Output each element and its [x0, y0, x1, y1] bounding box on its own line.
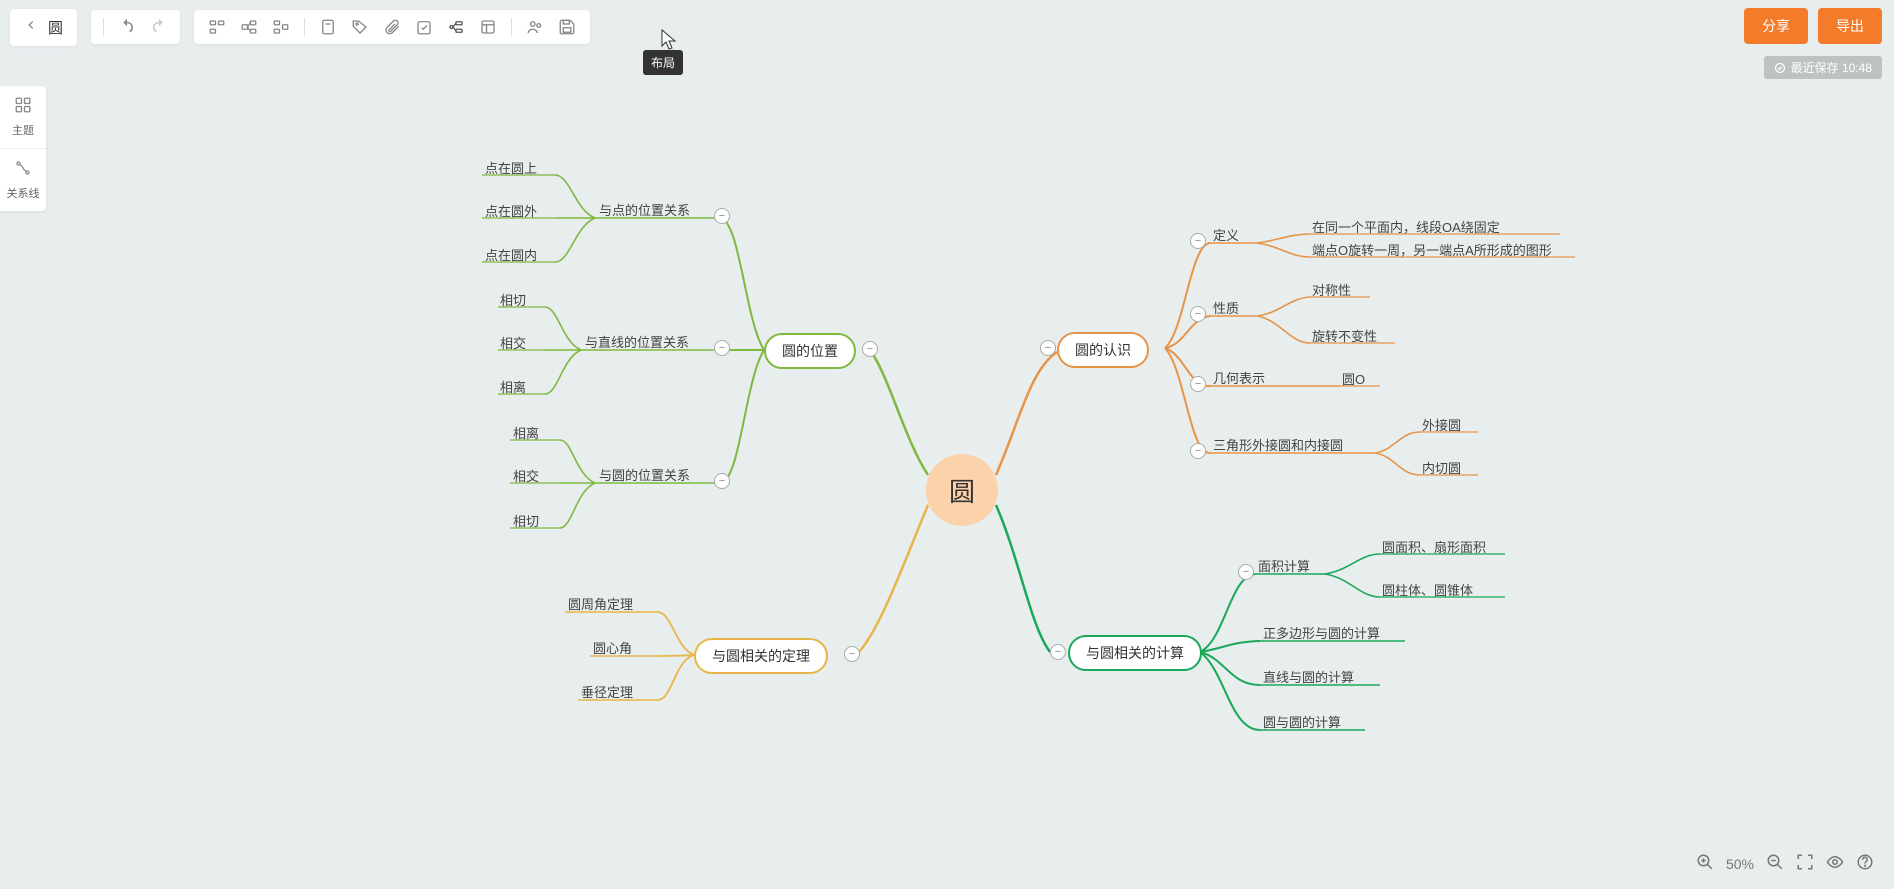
leaf-node[interactable]: 外接圆	[1422, 415, 1461, 434]
branch-label: 圆的认识	[1075, 340, 1131, 360]
leaf-node[interactable]: 相切	[513, 511, 539, 530]
save-status-text: 最近保存 10:48	[1791, 59, 1872, 76]
title-box: 圆	[10, 9, 77, 46]
note-icon[interactable]	[319, 18, 337, 36]
document-title[interactable]: 圆	[48, 17, 63, 38]
add-sibling-icon[interactable]	[208, 18, 226, 36]
leaf-node[interactable]: 点在圆上	[485, 158, 537, 177]
theme-icon	[4, 96, 42, 119]
relation-icon	[4, 159, 42, 182]
collapse-toggle[interactable]: −	[1238, 564, 1254, 580]
leaf-node[interactable]: 端点O旋转一周，另一端点A所形成的图形	[1312, 240, 1552, 259]
undo-icon[interactable]	[118, 18, 136, 36]
share-button[interactable]: 分享	[1744, 8, 1808, 44]
leaf-node[interactable]: 圆柱体、圆锥体	[1382, 580, 1473, 599]
leaf-node[interactable]: 相交	[513, 466, 539, 485]
branch-node[interactable]: 与圆相关的计算	[1068, 635, 1202, 671]
leaf-node[interactable]: 点在圆内	[485, 245, 537, 264]
layout-icon[interactable]	[447, 18, 465, 36]
sidebar-theme-label: 主题	[12, 125, 34, 137]
collapse-toggle[interactable]: −	[714, 208, 730, 224]
sidebar-relation-label: 关系线	[7, 188, 40, 200]
collapse-toggle[interactable]: −	[714, 340, 730, 356]
leaf-node[interactable]: 在同一个平面内，线段OA绕固定	[1312, 217, 1500, 236]
help-icon[interactable]	[1856, 853, 1874, 874]
branch-node[interactable]: 圆的认识	[1057, 332, 1149, 368]
leaf-node[interactable]: 相离	[500, 377, 526, 396]
leaf-node[interactable]: 旋转不变性	[1312, 326, 1377, 345]
fit-screen-icon[interactable]	[1796, 853, 1814, 874]
branch-node[interactable]: 圆的位置	[764, 333, 856, 369]
tag-icon[interactable]	[351, 18, 369, 36]
leaf-node[interactable]: 相离	[513, 423, 539, 442]
subtopic-label[interactable]: 面积计算	[1258, 556, 1310, 575]
header-actions: 分享 导出	[1744, 8, 1882, 44]
collaborate-icon[interactable]	[526, 18, 544, 36]
branch-node[interactable]: 与圆相关的定理	[694, 638, 828, 674]
subtopic-label[interactable]: 正多边形与圆的计算	[1263, 623, 1380, 642]
zoom-in-icon[interactable]	[1696, 853, 1714, 874]
collapse-toggle[interactable]: −	[1040, 340, 1056, 356]
subtopic-label[interactable]: 定义	[1213, 225, 1239, 244]
divider	[511, 18, 512, 36]
preview-icon[interactable]	[1826, 853, 1844, 874]
subtopic-label[interactable]: 圆心角	[593, 638, 632, 657]
divider	[103, 18, 104, 36]
zoom-out-icon[interactable]	[1766, 853, 1784, 874]
collapse-toggle[interactable]: −	[1190, 233, 1206, 249]
frame-icon[interactable]	[479, 18, 497, 36]
collapse-toggle[interactable]: −	[1190, 443, 1206, 459]
leaf-node[interactable]: 圆O	[1342, 369, 1365, 388]
collapse-toggle[interactable]: −	[714, 473, 730, 489]
collapse-toggle[interactable]: −	[1050, 644, 1066, 660]
mindmap-canvas	[0, 0, 1894, 889]
undo-redo-group	[91, 10, 180, 44]
leaf-node[interactable]: 圆面积、扇形面积	[1382, 537, 1486, 556]
export-button[interactable]: 导出	[1818, 8, 1882, 44]
branch-label: 与圆相关的计算	[1086, 643, 1184, 663]
collapse-toggle[interactable]: −	[862, 341, 878, 357]
add-parent-icon[interactable]	[272, 18, 290, 36]
subtopic-label[interactable]: 圆周角定理	[568, 594, 633, 613]
collapse-toggle[interactable]: −	[1190, 306, 1206, 322]
branch-label: 圆的位置	[782, 341, 838, 361]
collapse-toggle[interactable]: −	[1190, 376, 1206, 392]
leaf-node[interactable]: 内切圆	[1422, 458, 1461, 477]
collapse-toggle[interactable]: −	[844, 646, 860, 662]
subtopic-label[interactable]: 性质	[1213, 298, 1239, 317]
sidebar-item-relation[interactable]: 关系线	[0, 149, 46, 211]
attachment-icon[interactable]	[383, 18, 401, 36]
subtopic-label[interactable]: 圆与圆的计算	[1263, 712, 1341, 731]
left-sidebar: 主题 关系线	[0, 86, 46, 211]
subtopic-label[interactable]: 与点的位置关系	[599, 200, 690, 219]
subtopic-label[interactable]: 几何表示	[1213, 368, 1265, 387]
leaf-node[interactable]: 相切	[500, 290, 526, 309]
save-status: 最近保存 10:48	[1764, 56, 1882, 79]
root-label: 圆	[949, 472, 975, 509]
layout-tooltip: 布局	[643, 50, 683, 75]
sidebar-item-theme[interactable]: 主题	[0, 86, 46, 149]
main-toolbar	[194, 10, 590, 44]
save-icon[interactable]	[558, 18, 576, 36]
subtopic-label[interactable]: 三角形外接圆和内接圆	[1213, 435, 1343, 454]
topbar: 圆	[0, 0, 1894, 54]
back-icon[interactable]	[24, 18, 38, 37]
divider	[304, 18, 305, 36]
subtopic-label[interactable]: 与直线的位置关系	[585, 332, 689, 351]
zoom-controls: 50%	[1696, 853, 1874, 874]
subtopic-label[interactable]: 直线与圆的计算	[1263, 667, 1354, 686]
subtopic-label[interactable]: 垂径定理	[581, 682, 633, 701]
leaf-node[interactable]: 相交	[500, 333, 526, 352]
leaf-node[interactable]: 对称性	[1312, 280, 1351, 299]
add-child-icon[interactable]	[240, 18, 258, 36]
leaf-node[interactable]: 点在圆外	[485, 201, 537, 220]
branch-label: 与圆相关的定理	[712, 646, 810, 666]
task-icon[interactable]	[415, 18, 433, 36]
root-node[interactable]: 圆	[926, 454, 998, 526]
subtopic-label[interactable]: 与圆的位置关系	[599, 465, 690, 484]
zoom-level[interactable]: 50%	[1726, 856, 1754, 872]
redo-icon[interactable]	[150, 18, 168, 36]
